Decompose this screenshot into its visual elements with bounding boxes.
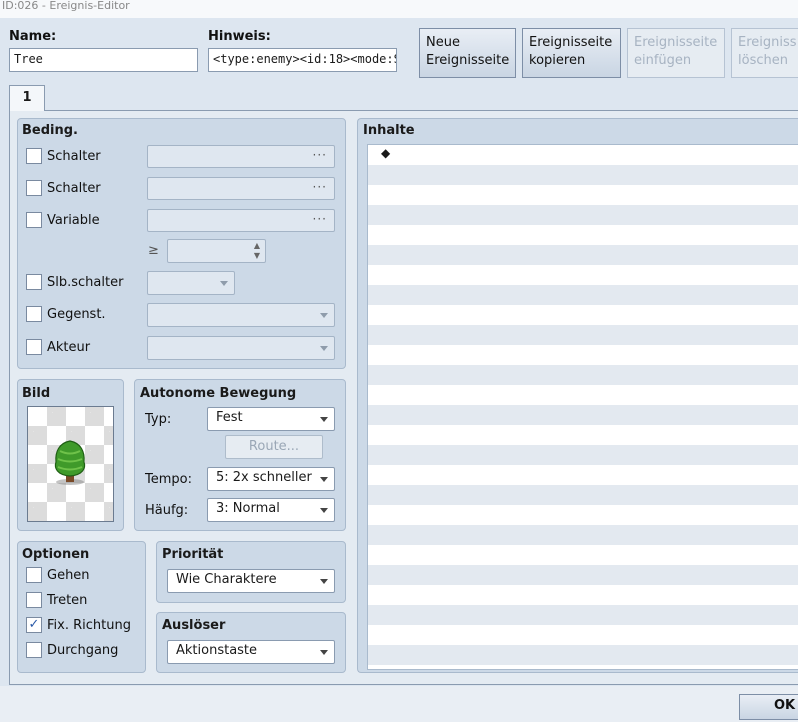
image-title: Bild — [22, 386, 51, 401]
through-checkbox[interactable] — [26, 642, 42, 658]
check-icon: ✓ — [28, 617, 40, 632]
contents-title: Inhalte — [363, 123, 415, 138]
switch2-ellipsis[interactable]: ··· — [313, 180, 327, 194]
movement-type-label: Typ: — [145, 412, 172, 427]
route-button[interactable]: Route... — [225, 435, 323, 459]
options-title: Optionen — [22, 547, 90, 562]
direction-fix-checkbox[interactable]: ✓ — [26, 617, 42, 633]
contents-list[interactable]: ◆ — [367, 144, 798, 670]
item-checkbox[interactable] — [26, 306, 42, 322]
spin-down-icon[interactable]: ▼ — [254, 251, 260, 260]
copy-page-label-2: kopieren — [529, 53, 586, 68]
switch1-ellipsis[interactable]: ··· — [313, 148, 327, 162]
chevron-down-icon — [320, 313, 328, 318]
self-switch-select[interactable] — [147, 271, 235, 295]
delete-page-label-2: löschen — [738, 53, 788, 68]
hint-input[interactable]: <type:enemy><id:18><mode:S — [208, 48, 397, 72]
new-page-label-2: Ereignisseite — [426, 53, 510, 68]
switch2-checkbox[interactable] — [26, 180, 42, 196]
variable-value-spinbox[interactable]: ▲ ▼ — [167, 239, 266, 263]
self-switch-checkbox[interactable] — [26, 274, 42, 290]
switch1-field: ··· — [147, 145, 335, 168]
ge-symbol: ≥ — [148, 243, 159, 258]
self-switch-label: Slb.schalter — [47, 275, 124, 290]
movement-speed-select[interactable]: 5: 2x schneller — [207, 467, 335, 491]
contents-group: Inhalte ◆ — [357, 118, 798, 673]
priority-value: Wie Charaktere — [176, 572, 277, 587]
new-page-button[interactable]: Neue Ereignisseite — [419, 28, 516, 78]
movement-frequency-label: Häufg: — [145, 503, 189, 518]
ok-button[interactable]: OK — [739, 694, 798, 720]
variable-label: Variable — [47, 213, 100, 228]
delete-page-label-1: Ereigniss — [738, 35, 797, 50]
movement-speed-label: Tempo: — [145, 472, 192, 487]
new-page-label-1: Neue — [426, 35, 460, 50]
chevron-down-icon — [320, 477, 328, 482]
switch1-label: Schalter — [47, 149, 101, 164]
trigger-value: Aktionstaste — [176, 643, 258, 658]
autonomous-movement-title: Autonome Bewegung — [140, 386, 297, 401]
conditions-title: Beding. — [22, 123, 78, 138]
trigger-select[interactable]: Aktionstaste — [167, 640, 335, 664]
list-item[interactable]: ◆ — [381, 146, 390, 160]
priority-title: Priorität — [162, 547, 224, 562]
hint-label: Hinweis: — [208, 29, 271, 44]
chevron-down-icon — [320, 650, 328, 655]
step-checkbox[interactable] — [26, 592, 42, 608]
event-image-preview[interactable] — [27, 406, 114, 522]
copy-page-button[interactable]: Ereignisseite kopieren — [522, 28, 621, 78]
paste-page-label-1: Ereignisseite — [634, 35, 718, 50]
chevron-down-icon — [220, 281, 228, 286]
item-select[interactable] — [147, 303, 335, 327]
window-title: ID:026 - Ereignis-Editor — [0, 0, 798, 18]
tree-sprite-icon — [54, 440, 86, 485]
chevron-down-icon — [320, 508, 328, 513]
chevron-down-icon — [320, 579, 328, 584]
actor-select[interactable] — [147, 336, 335, 360]
actor-label: Akteur — [47, 340, 91, 355]
priority-select[interactable]: Wie Charaktere — [167, 569, 335, 593]
switch2-label: Schalter — [47, 181, 101, 196]
delete-page-button[interactable]: Ereigniss löschen — [731, 28, 798, 78]
variable-field: ··· — [147, 209, 335, 232]
chevron-down-icon — [320, 346, 328, 351]
trigger-title: Auslöser — [162, 618, 226, 633]
movement-speed-value: 5: 2x schneller — [216, 470, 312, 485]
switch2-field: ··· — [147, 177, 335, 200]
actor-checkbox[interactable] — [26, 339, 42, 355]
footer — [0, 686, 798, 722]
copy-page-label-1: Ereignisseite — [529, 35, 613, 50]
spin-up-icon[interactable]: ▲ — [254, 241, 260, 250]
walk-checkbox[interactable] — [26, 567, 42, 583]
movement-type-value: Fest — [216, 410, 243, 425]
movement-type-select[interactable]: Fest — [207, 407, 335, 431]
step-label: Treten — [47, 593, 88, 608]
paste-page-button[interactable]: Ereignisseite einfügen — [627, 28, 725, 78]
walk-label: Gehen — [47, 568, 90, 583]
movement-frequency-select[interactable]: 3: Normal — [207, 498, 335, 522]
item-label: Gegenst. — [47, 307, 106, 322]
tab-page-1[interactable]: 1 — [9, 85, 45, 111]
variable-checkbox[interactable] — [26, 212, 42, 228]
name-input[interactable]: Tree — [9, 48, 198, 72]
paste-page-label-2: einfügen — [634, 53, 692, 68]
through-label: Durchgang — [47, 643, 119, 658]
chevron-down-icon — [320, 417, 328, 422]
name-label: Name: — [9, 29, 57, 44]
variable-ellipsis[interactable]: ··· — [313, 212, 327, 226]
movement-frequency-value: 3: Normal — [216, 501, 280, 516]
switch1-checkbox[interactable] — [26, 148, 42, 164]
direction-fix-label: Fix. Richtung — [47, 618, 131, 633]
